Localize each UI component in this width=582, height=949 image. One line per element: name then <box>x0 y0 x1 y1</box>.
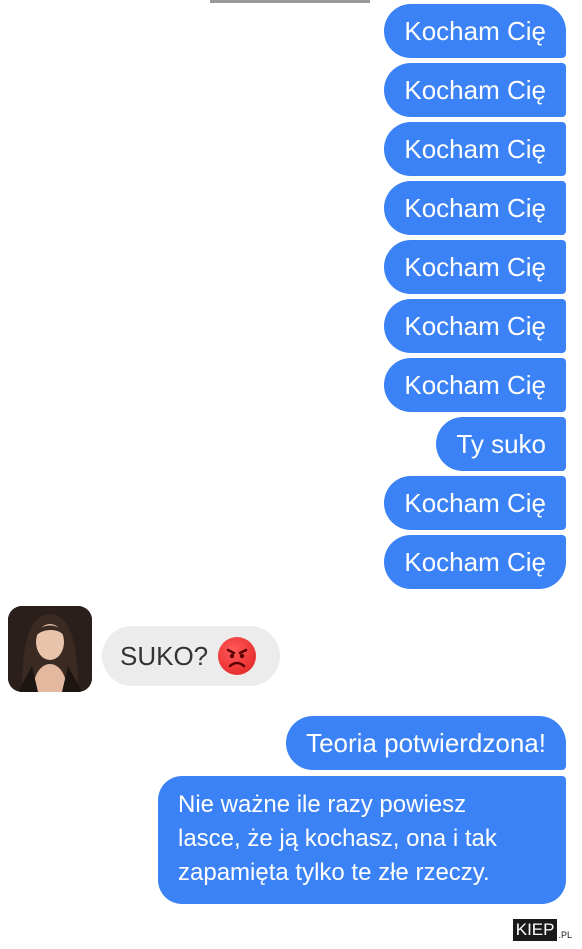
message-bubble-outgoing[interactable]: Kocham Cię <box>384 4 566 58</box>
message-bubble-incoming[interactable]: SUKO? <box>102 626 281 686</box>
message-bubble-outgoing[interactable]: Kocham Cię <box>384 535 566 589</box>
watermark-suffix: .PL <box>558 930 572 940</box>
message-bubble-outgoing[interactable]: Kocham Cię <box>384 63 566 117</box>
watermark-main: KIEP <box>512 919 558 941</box>
message-bubble-outgoing-long[interactable]: Nie ważne ile razy powiesz lasce, że ją … <box>158 776 566 904</box>
watermark-logo: KIEP .PL <box>512 919 572 941</box>
message-line: zapamięta tylko te złe rzeczy. <box>178 859 490 886</box>
avatar-portrait <box>8 606 92 692</box>
message-bubble-outgoing[interactable]: Ty suko <box>436 417 566 471</box>
incoming-message-text: SUKO? <box>120 640 209 671</box>
angry-face-icon <box>218 637 257 675</box>
message-bubble-outgoing[interactable]: Teoria potwierdzona! <box>286 716 566 770</box>
message-line: lasce, że ją kochasz, ona i tak <box>178 825 497 852</box>
message-bubble-outgoing[interactable]: Kocham Cię <box>384 476 566 530</box>
message-line: Nie ważne ile razy powiesz <box>178 791 467 818</box>
message-bubble-outgoing[interactable]: Kocham Cię <box>384 240 566 294</box>
message-bubble-outgoing[interactable]: Kocham Cię <box>384 358 566 412</box>
contact-avatar[interactable] <box>8 606 92 692</box>
message-bubble-outgoing[interactable]: Kocham Cię <box>384 122 566 176</box>
message-bubble-outgoing[interactable]: Kocham Cię <box>384 299 566 353</box>
message-bubble-outgoing[interactable]: Kocham Cię <box>384 181 566 235</box>
top-divider <box>210 0 370 3</box>
